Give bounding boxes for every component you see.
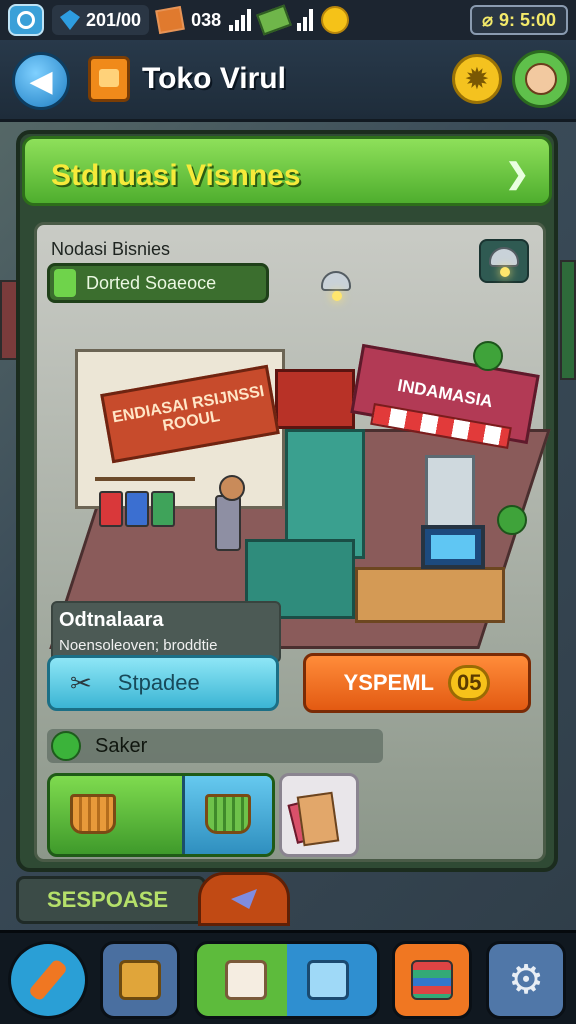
- crate-icon: [119, 960, 161, 1000]
- desk: [355, 567, 505, 623]
- nav-edit-button[interactable]: [8, 941, 88, 1019]
- info-title: Odtnalaara: [59, 609, 164, 631]
- cyan-action-button[interactable]: ✂ Stpadee: [47, 655, 279, 711]
- panel-title: Stdnuasi Visnnes: [51, 159, 301, 192]
- shirt-icon: [151, 491, 175, 527]
- sub-label: Saker: [95, 734, 148, 757]
- computer-monitor: [421, 525, 485, 569]
- gems-counter[interactable]: 201/00: [52, 5, 150, 35]
- panel-header[interactable]: Stdnuasi Visnnes ❯: [22, 136, 552, 206]
- shirt-icon: [125, 491, 149, 527]
- plant-icon: [473, 341, 503, 371]
- cyan-button-label: Stpadee: [117, 670, 200, 695]
- status-bar: 201/00 038 ⌀ 9: 5:00: [0, 0, 576, 40]
- nav-settings-button[interactable]: ⚙: [486, 941, 566, 1019]
- info-subtitle: Noensoleoven; broddtie: [59, 637, 218, 654]
- bag-slot[interactable]: [279, 773, 359, 857]
- avatar-icon: [525, 63, 557, 95]
- items-value: 038: [191, 9, 222, 30]
- response-button[interactable]: SESPOASE: [16, 876, 206, 924]
- shop-roof: [275, 369, 355, 429]
- background-tree: [560, 260, 576, 380]
- coin-badge: 05: [447, 665, 491, 701]
- gem-icon: [60, 10, 80, 30]
- shopkeeper: [215, 475, 245, 551]
- battery-indicator: ⌀ 9: 5:00: [470, 5, 568, 35]
- status-indicator-icon: [54, 269, 76, 297]
- business-panel: Stdnuasi Visnnes ❯ Nodasi Bisnies Dorted…: [16, 130, 558, 872]
- nav-store-group[interactable]: [194, 941, 380, 1019]
- crate-icon: [155, 5, 185, 35]
- app-icon[interactable]: [8, 4, 44, 36]
- ceiling-lamp-icon: [321, 271, 351, 301]
- orange-button-label: YSPEML: [343, 670, 434, 695]
- sun-icon: [321, 6, 350, 34]
- selected-slot[interactable]: [182, 776, 272, 854]
- tools-icon: ✂: [70, 667, 92, 698]
- gear-icon: [51, 731, 81, 761]
- battery-icon: ⌀: [482, 9, 493, 30]
- cash-icon: [256, 4, 292, 36]
- nav-books-button[interactable]: [392, 941, 472, 1019]
- edit-pencil-icon: [27, 958, 69, 1002]
- gear-icon: ✹: [464, 62, 490, 96]
- signal-icon: [229, 9, 252, 31]
- card-label: Nodasi Bisnies: [51, 239, 171, 259]
- basket-icon[interactable]: [70, 794, 116, 834]
- status-chip-label: Dorted Soaeoce: [86, 272, 217, 293]
- fridge: [425, 455, 475, 535]
- plant-icon: [497, 505, 527, 535]
- shirt-icon: [99, 491, 123, 527]
- back-button[interactable]: ◀: [12, 52, 70, 110]
- item-tray: [47, 773, 275, 857]
- signal-icon-2: [297, 9, 314, 31]
- nav-crate-button[interactable]: [100, 941, 180, 1019]
- info-box: Odtnalaara Noensoleoven; broddtie: [51, 601, 281, 663]
- page-title: Toko Virul: [142, 62, 286, 95]
- status-chip[interactable]: Dorted Soaeoce: [47, 263, 269, 303]
- paper-plane-icon: [231, 889, 257, 909]
- send-tab[interactable]: [198, 872, 290, 926]
- store-box-icon: [225, 960, 267, 1000]
- bottom-nav: ⚙: [0, 930, 576, 1024]
- header: ◀ Toko Virul ✹: [0, 40, 576, 122]
- basket-selected-icon: [205, 794, 251, 834]
- battery-time: 9: 5:00: [498, 9, 556, 30]
- settings-gear-icon: ⚙: [508, 958, 544, 1002]
- shop-icon: [88, 56, 130, 102]
- books-stack-icon: [411, 960, 453, 1000]
- chevron-right-icon[interactable]: ❯: [506, 157, 529, 190]
- back-arrow-icon: ◀: [29, 64, 53, 98]
- gear-button[interactable]: ✹: [452, 54, 502, 104]
- business-card: Nodasi Bisnies Dorted Soaeoce ENDIASAI R…: [34, 222, 551, 862]
- sub-row: Saker: [47, 729, 383, 763]
- lamp-button[interactable]: [479, 239, 529, 283]
- orange-action-button[interactable]: YSPEML 05: [303, 653, 531, 713]
- shopping-bag-icon: [296, 791, 340, 847]
- cart-icon: [307, 960, 349, 1000]
- gems-value: 201/00: [86, 9, 142, 30]
- lamp-icon: [489, 247, 519, 277]
- avatar-button[interactable]: [512, 50, 570, 108]
